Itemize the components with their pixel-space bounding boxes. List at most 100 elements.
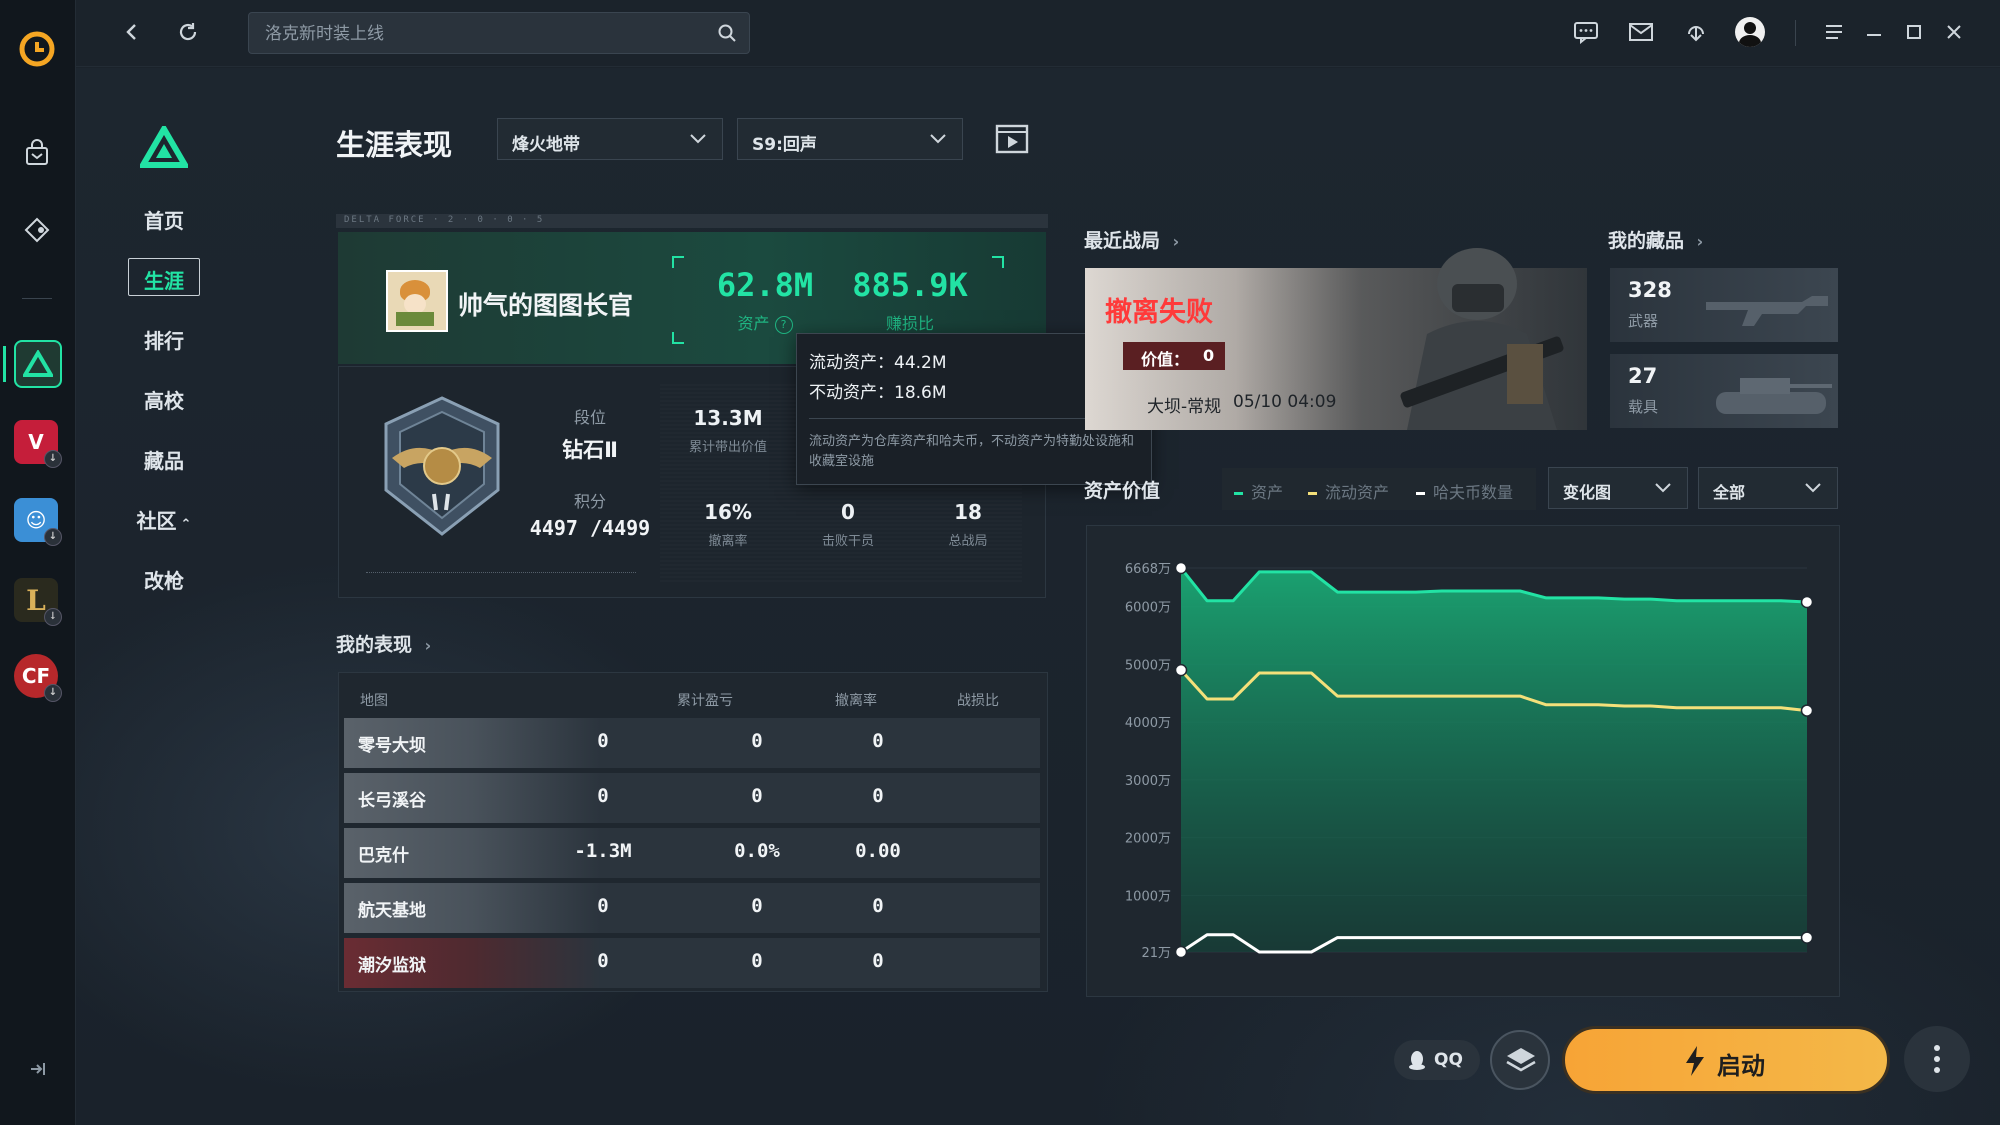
- store-button[interactable]: [10, 126, 64, 180]
- recent-match-card[interactable]: 撤离失败 价值： 0 大坝-常规 05/10 04:09: [1085, 248, 1587, 430]
- download-icon: [1688, 26, 1704, 42]
- y-tick-label: 2000万: [1125, 832, 1171, 847]
- th-profit: 累计盈亏: [677, 693, 733, 709]
- refresh-button[interactable]: [172, 16, 204, 48]
- stat-value: 0: [841, 500, 855, 524]
- game-crossfire[interactable]: CF ↓: [14, 654, 62, 702]
- recent-match-link[interactable]: 最近战局 ›: [1084, 226, 1179, 253]
- nav-gunsmith[interactable]: 改枪: [128, 565, 200, 594]
- game-center-button[interactable]: [10, 203, 64, 257]
- table-row[interactable]: 巴克什 -1.3M 0.0% 0.00: [344, 828, 1040, 878]
- tank-icon: [1716, 378, 1832, 414]
- back-button[interactable]: [116, 16, 148, 48]
- launch-button[interactable]: 启动: [1562, 1026, 1890, 1094]
- game-delta-force[interactable]: [14, 340, 62, 388]
- collection-vehicles[interactable]: 27 载具: [1610, 354, 1838, 428]
- cell-profit: 0: [597, 950, 609, 972]
- minimize-button[interactable]: [1858, 16, 1890, 48]
- legend-assets[interactable]: 资产: [1234, 479, 1283, 503]
- close-button[interactable]: [1938, 16, 1970, 48]
- legend-label: 资产: [1251, 483, 1284, 502]
- user-avatar-button[interactable]: [1734, 16, 1766, 48]
- replay-button[interactable]: [994, 121, 1030, 157]
- collection-count: 328: [1628, 278, 1672, 302]
- chevron-right-icon: ›: [424, 636, 432, 655]
- accelerator-button[interactable]: [1490, 1030, 1550, 1090]
- download-badge-icon: ↓: [44, 528, 62, 546]
- recent-match-title: 最近战局: [1084, 230, 1161, 252]
- search-box[interactable]: [248, 12, 750, 55]
- nav-community[interactable]: 社区 ⌃: [128, 505, 200, 534]
- topbar-divider: [1795, 20, 1796, 46]
- match-value-badge: 价值： 0: [1123, 342, 1225, 370]
- active-indicator: [3, 346, 6, 382]
- stat-label: 累计带出价值: [688, 440, 767, 455]
- play-panel-icon: [995, 124, 1029, 154]
- menu-button[interactable]: [1818, 16, 1850, 48]
- game-valorant[interactable]: V ↓: [14, 420, 62, 468]
- stat-label: 撤离率: [708, 534, 748, 549]
- chat-button[interactable]: [1570, 16, 1602, 48]
- asset-chart-svg: 6668万 6000万 5000万 4000万 3000万 2000万 1000万 21万: [1125, 561, 1814, 961]
- table-row[interactable]: 潮汐监狱 0 0 0: [344, 938, 1040, 988]
- profile-avatar[interactable]: [386, 270, 448, 332]
- qq-account-button[interactable]: QQ: [1394, 1040, 1480, 1080]
- collection-link[interactable]: 我的藏品 ›: [1608, 226, 1703, 253]
- game-roco[interactable]: ☺ ↓: [14, 498, 62, 546]
- y-tick-label: 21万: [1141, 946, 1171, 961]
- nav-collection[interactable]: 藏品: [128, 445, 200, 474]
- player-name: 帅气的图图长官: [458, 291, 634, 320]
- stat-extract-value: 13.3M 累计带出价值: [668, 406, 788, 455]
- assets-label: 资产: [737, 314, 770, 333]
- cell-rate: 0: [751, 895, 763, 917]
- more-options-button[interactable]: [1904, 1026, 1970, 1092]
- y-tick-label: 1000万: [1125, 889, 1171, 904]
- season-select[interactable]: S9:回声: [737, 118, 963, 160]
- help-circle-icon[interactable]: ?: [774, 315, 793, 334]
- map-name: 航天基地: [358, 901, 426, 921]
- nav-ranking[interactable]: 排行: [128, 325, 200, 354]
- nav-career[interactable]: 生涯: [128, 265, 200, 294]
- match-time: 05/10 04:09: [1233, 392, 1337, 412]
- legend-liquid[interactable]: 流动资产: [1308, 479, 1389, 503]
- minimize-icon: [1867, 34, 1881, 36]
- close-icon: [1947, 25, 1961, 39]
- table-row[interactable]: 航天基地 0 0 0: [344, 883, 1040, 933]
- asset-chart-title: 资产价值: [1084, 480, 1161, 502]
- th-kd: 战损比: [957, 693, 999, 709]
- download-button[interactable]: [1680, 16, 1712, 48]
- stat-total-matches: 18 总战局: [908, 500, 1028, 549]
- cell-kd: 0: [872, 950, 884, 972]
- table-row[interactable]: 长弓溪谷 0 0 0: [344, 773, 1040, 823]
- layers-icon: [1506, 1048, 1536, 1072]
- search-icon[interactable]: [717, 23, 737, 43]
- mode-select[interactable]: 烽火地带: [497, 118, 723, 160]
- chart-view-select[interactable]: 变化图: [1548, 467, 1688, 509]
- series-endpoint: [1800, 704, 1814, 717]
- y-tick-label: 6668万: [1125, 562, 1171, 577]
- cell-rate: 0: [751, 785, 763, 807]
- match-value-label: 价值：: [1141, 350, 1190, 369]
- map-name: 长弓溪谷: [358, 791, 426, 811]
- chart-range-select[interactable]: 全部: [1698, 467, 1838, 509]
- nav-home[interactable]: 首页: [128, 205, 200, 234]
- search-input[interactable]: [263, 13, 707, 55]
- legend-coin[interactable]: 哈夫币数量: [1416, 479, 1513, 503]
- app-logo[interactable]: [10, 22, 64, 76]
- table-row[interactable]: 零号大坝 0 0 0: [344, 718, 1040, 768]
- maximize-button[interactable]: [1898, 16, 1930, 48]
- chevron-down-icon: [930, 134, 946, 144]
- performance-title-link[interactable]: 我的表现 ›: [336, 630, 431, 657]
- chart-view-value: 变化图: [1563, 483, 1612, 502]
- collapse-rail-button[interactable]: [20, 1052, 54, 1086]
- app-logo-icon: [19, 31, 55, 67]
- game-league[interactable]: L ↓: [14, 578, 62, 626]
- nav-college[interactable]: 高校: [128, 385, 200, 414]
- mail-button[interactable]: [1625, 16, 1657, 48]
- collection-weapons[interactable]: 328 武器: [1610, 268, 1838, 342]
- league-icon: L: [26, 583, 46, 617]
- points-progress: [366, 572, 636, 574]
- cell-kd: 0.00: [855, 840, 901, 862]
- series-endpoint: [1174, 663, 1188, 677]
- stat-label: 击败干员: [821, 534, 874, 549]
